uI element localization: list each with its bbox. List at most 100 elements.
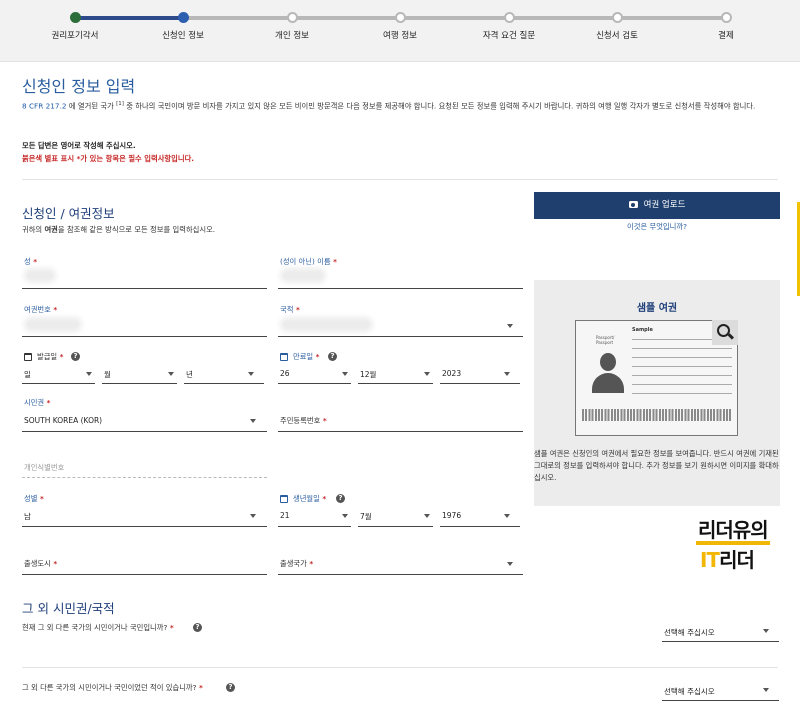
help-icon[interactable]: ?: [336, 494, 345, 503]
birth-year-select[interactable]: 1976: [442, 511, 461, 520]
passport-number-redacted: [28, 321, 78, 328]
chevron-down-icon: [342, 514, 348, 518]
nationality-select[interactable]: [278, 336, 523, 337]
citizenship-select[interactable]: SOUTH KOREA (KOR): [24, 416, 102, 425]
surname-input[interactable]: [22, 288, 267, 289]
step-label: 자격 요건 질문: [482, 31, 536, 41]
birth-day-select[interactable]: 21: [280, 511, 290, 520]
birth-country-select[interactable]: [278, 574, 523, 575]
required-mark: *: [167, 623, 174, 632]
given-name-label: (성이 아닌) 이름 *: [280, 257, 337, 267]
help-icon[interactable]: ?: [71, 352, 80, 361]
citizenship-label: 시민권 *: [24, 398, 51, 408]
section-title-other-citizenship: 그 외 시민권/국적: [22, 601, 115, 616]
q1-label: 현재 그 외 다른 국가의 시민이거나 국민입니까? *: [22, 623, 174, 633]
passport-upload-button[interactable]: 여권 업로드: [534, 192, 780, 219]
expiry-year-underline: [440, 383, 520, 384]
chevron-down-icon: [504, 372, 510, 376]
help-icon[interactable]: ?: [328, 352, 337, 361]
step-dot: [287, 12, 298, 23]
expiry-date-label: 만료일 *: [293, 352, 320, 362]
calendar-icon: [280, 353, 288, 361]
step-label: 권리포기각서: [51, 31, 99, 41]
birth-city-input[interactable]: [22, 574, 267, 575]
required-mark: *: [50, 305, 58, 314]
sample-passport-panel: 샘플 여권 Sample Passport/ Passport 샘플 여권은 신…: [534, 280, 780, 506]
section-title-applicant: 신청인 / 여권정보: [22, 206, 115, 221]
chevron-down-icon: [763, 688, 769, 692]
required-mark: *: [319, 494, 327, 503]
footnote-ref[interactable]: [1]: [116, 101, 124, 107]
passport-number-label: 여권번호 *: [24, 305, 57, 315]
q2-select-underline: [662, 700, 779, 701]
gender-underline: [22, 526, 267, 527]
step-label: 신청서 검토: [596, 31, 638, 41]
chevron-down-icon: [507, 562, 513, 566]
chevron-down-icon: [250, 514, 256, 518]
intro-part-b: 중 하나의 국민이며 방문 비자를 가지고 있지 않은 모든 비이민 방문객은 …: [123, 101, 756, 111]
chevron-down-icon: [424, 372, 430, 376]
step-dot: [721, 12, 732, 23]
label-text: 출생도시: [24, 559, 51, 568]
required-mark: *: [306, 559, 314, 568]
required-mark: *: [30, 257, 38, 266]
sub-text: 귀하의: [22, 225, 45, 234]
sample-description: 샘플 여권은 신청인의 여권에서 필요한 정보를 보여줍니다. 반드시 여권에 …: [534, 449, 779, 482]
birth-month-select[interactable]: 7월: [360, 511, 372, 522]
label-text: 국적: [280, 305, 294, 314]
required-mark: *: [293, 305, 300, 314]
issue-month-select[interactable]: 월: [104, 369, 111, 380]
upload-label: 여권 업로드: [643, 200, 686, 210]
label-text: 시민권: [24, 398, 45, 407]
expiry-year-select[interactable]: 2023: [442, 369, 461, 378]
step-dot: [612, 12, 623, 23]
passport-mrz: [582, 409, 732, 421]
step-label: 신청인 정보: [162, 31, 204, 41]
step-label: 여행 정보: [383, 31, 417, 41]
passport-heading: Sample: [632, 327, 653, 333]
nationality-value-redacted: [284, 321, 369, 328]
step-dot: [70, 12, 81, 23]
passport-number-input[interactable]: [22, 336, 267, 337]
divider: [22, 667, 778, 668]
cfr-link[interactable]: 8 CFR 217.2: [22, 101, 67, 110]
required-mark: *: [50, 559, 58, 568]
label-text: 주민등록번호: [280, 416, 321, 425]
label-text: 발급일: [37, 352, 58, 361]
label-text: 여권번호: [24, 305, 51, 314]
birth-country-label: 출생국가 *: [280, 559, 313, 569]
passport-photo-placeholder: [590, 353, 626, 393]
step-label: 개인 정보: [275, 31, 309, 41]
birth-year-underline: [440, 526, 520, 527]
english-note: 모든 답변은 영어로 작성해 주십시오.: [22, 141, 136, 150]
issue-month-underline: [102, 383, 177, 384]
q2-label: 그 외 다른 국가의 시민이거나 국민이었던 적이 있습니까? *: [22, 683, 203, 693]
chevron-down-icon: [342, 372, 348, 376]
required-mark: *: [330, 257, 337, 266]
chevron-down-icon: [763, 629, 769, 633]
citizenship-underline: [22, 431, 267, 432]
given-name-input[interactable]: [278, 288, 523, 289]
q1-select-underline: [662, 641, 779, 642]
zoom-magnifier-icon[interactable]: [712, 320, 738, 345]
section-subtitle: 귀하의 여권을 참조해 같은 방식으로 모든 정보를 입력하십시오.: [22, 225, 215, 235]
logo-line2: IT리더: [700, 544, 755, 573]
step-label: 결제: [718, 31, 734, 41]
chevron-down-icon: [507, 324, 513, 328]
label-text: 만료일: [293, 352, 314, 361]
personal-id-input[interactable]: 개인식별번호: [24, 463, 64, 473]
what-is-this-link[interactable]: 이것은 무엇입니까?: [534, 222, 780, 232]
q1-select[interactable]: 선택해 주십시오: [664, 627, 715, 638]
issue-year-select[interactable]: 년: [186, 369, 193, 380]
logo-line1: 리더유의: [698, 518, 769, 542]
issue-day-select[interactable]: 일: [24, 369, 31, 380]
gender-label: 성별 *: [24, 494, 44, 504]
q2-select[interactable]: 선택해 주십시오: [664, 686, 715, 697]
expiry-day-select[interactable]: 26: [280, 369, 290, 378]
expiry-month-select[interactable]: 12월: [360, 369, 376, 380]
help-icon[interactable]: ?: [226, 683, 235, 692]
gender-select[interactable]: 남: [24, 511, 31, 522]
resident-number-input[interactable]: [278, 431, 523, 432]
calendar-icon: [280, 495, 288, 503]
help-icon[interactable]: ?: [193, 623, 202, 632]
